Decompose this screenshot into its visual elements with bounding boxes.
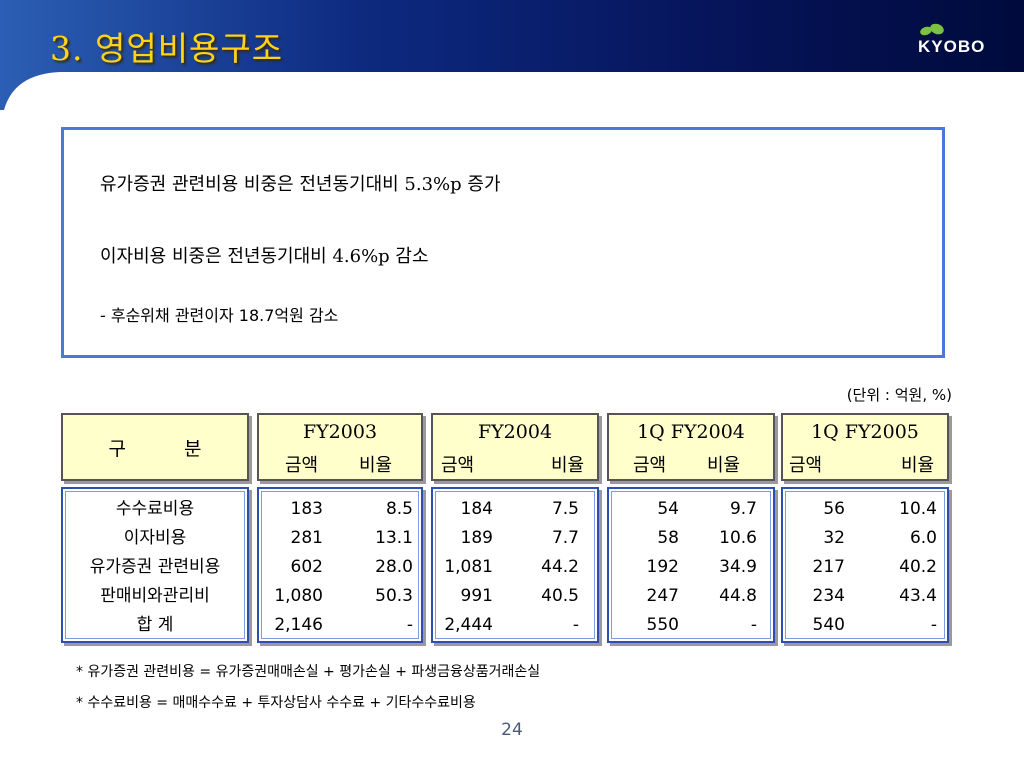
period-label: FY2004 [477, 421, 553, 443]
footnote-1: * 유가증권 관련비용 = 유가증권매매손실 + 평가손실 + 파생금융상품거래… [76, 664, 541, 680]
amount-label: 금액 [789, 455, 823, 476]
amount-cell: 2,146 [274, 615, 323, 635]
amount-cell: 1,081 [444, 557, 493, 577]
ratio-label: 비율 [551, 455, 585, 476]
period-label: FY2003 [302, 421, 378, 443]
ratio-cell: 44.8 [719, 586, 757, 606]
amount-label: 금액 [285, 455, 319, 476]
ratio-cell: 13.1 [375, 528, 413, 548]
ratio-cell: 10.6 [719, 528, 757, 548]
ratio-cell: 6.0 [909, 528, 937, 548]
fy2004-column: 184 7.5 189 7.7 1,081 44.2 991 40.5 2,444 - [431, 487, 599, 643]
category-header-label: 구 분 [108, 437, 228, 460]
amount-label: 금액 [633, 455, 667, 476]
ratio-cell: 9.7 [729, 499, 757, 519]
summary-line-3: - 후순위채 관련이자 18.7억원 감소 [100, 306, 339, 325]
ratio-cell: 7.5 [551, 499, 579, 519]
kyobo-logo: KYOBO [918, 22, 988, 62]
amount-cell: 189 [460, 528, 493, 548]
ratio-label: 비율 [901, 455, 935, 476]
ratio-cell: 43.4 [899, 586, 937, 606]
row-label: 수수료비용 [115, 499, 195, 519]
amount-cell: 281 [290, 528, 323, 548]
amount-cell: 56 [823, 499, 845, 519]
ratio-cell: - [750, 615, 757, 635]
ratio-cell: 40.5 [541, 586, 579, 606]
ratio-cell: - [406, 615, 413, 635]
header-banner: 3. 영업비용구조 KYOBO [0, 0, 1024, 110]
ratio-cell: 7.7 [551, 528, 579, 548]
period-header-1q-fy2005: 1Q FY2005 금액 비율 [781, 413, 949, 481]
row-label: 판매비와관리비 [100, 586, 210, 606]
logo-text: KYOBO [918, 37, 986, 56]
amount-cell: 2,444 [444, 615, 493, 635]
amount-cell: 183 [290, 499, 323, 519]
1q-fy2004-column: 54 9.7 58 10.6 192 34.9 247 44.8 550 - [607, 487, 775, 643]
footnote-2: * 수수료비용 = 매매수수료 + 투자상담사 수수료 + 기타수수료비용 [76, 695, 476, 711]
ratio-label: 비율 [359, 455, 393, 476]
ratio-cell: - [572, 615, 579, 635]
row-label: 이자비용 [123, 528, 187, 548]
amount-label: 금액 [441, 455, 475, 476]
period-header-fy2003: FY2003 금액 비율 [257, 413, 423, 481]
category-column: 수수료비용 이자비용 유가증권 관련비용 판매비와관리비 합 계 [61, 487, 249, 643]
row-label: 유가증권 관련비용 [89, 557, 221, 577]
ratio-cell: 50.3 [375, 586, 413, 606]
summary-line-1: 유가증권 관련비용 비중은 전년동기대비 5.3%p 증가 [100, 174, 501, 195]
amount-cell: 1,080 [274, 586, 323, 606]
ratio-cell: 8.5 [385, 499, 413, 519]
ratio-cell: - [930, 615, 937, 635]
amount-cell: 602 [290, 557, 323, 577]
amount-cell: 234 [812, 586, 845, 606]
ratio-cell: 34.9 [719, 557, 757, 577]
period-label: 1Q FY2005 [811, 421, 919, 443]
amount-cell: 247 [646, 586, 679, 606]
amount-cell: 991 [460, 586, 493, 606]
amount-cell: 217 [812, 557, 845, 577]
ratio-cell: 28.0 [375, 557, 413, 577]
row-label: 합 계 [136, 615, 174, 635]
summary-line-2: 이자비용 비중은 전년동기대비 4.6%p 감소 [100, 246, 429, 267]
ratio-cell: 44.2 [541, 557, 579, 577]
page-number: 24 [501, 720, 523, 740]
summary-box: 유가증권 관련비용 비중은 전년동기대비 5.3%p 증가 이자비용 비중은 전… [61, 127, 945, 358]
page-title: 3. 영업비용구조 [50, 29, 284, 68]
fy2003-column: 183 8.5 281 13.1 602 28.0 1,080 50.3 2,146 - [257, 487, 423, 643]
amount-cell: 32 [823, 528, 845, 548]
amount-cell: 54 [657, 499, 679, 519]
ratio-cell: 40.2 [899, 557, 937, 577]
amount-cell: 540 [812, 615, 845, 635]
category-header: 구 분 [61, 413, 249, 481]
amount-cell: 192 [646, 557, 679, 577]
ratio-label: 비율 [707, 455, 741, 476]
amount-cell: 550 [646, 615, 679, 635]
ratio-cell: 10.4 [899, 499, 937, 519]
1q-fy2005-column: 56 10.4 32 6.0 217 40.2 234 43.4 540 - [781, 487, 949, 643]
amount-cell: 184 [460, 499, 493, 519]
period-label: 1Q FY2004 [637, 421, 745, 443]
period-header-1q-fy2004: 1Q FY2004 금액 비율 [607, 413, 775, 481]
unit-label: (단위 : 억원, %) [846, 386, 952, 404]
period-header-fy2004: FY2004 금액 비율 [431, 413, 599, 481]
amount-cell: 58 [657, 528, 679, 548]
